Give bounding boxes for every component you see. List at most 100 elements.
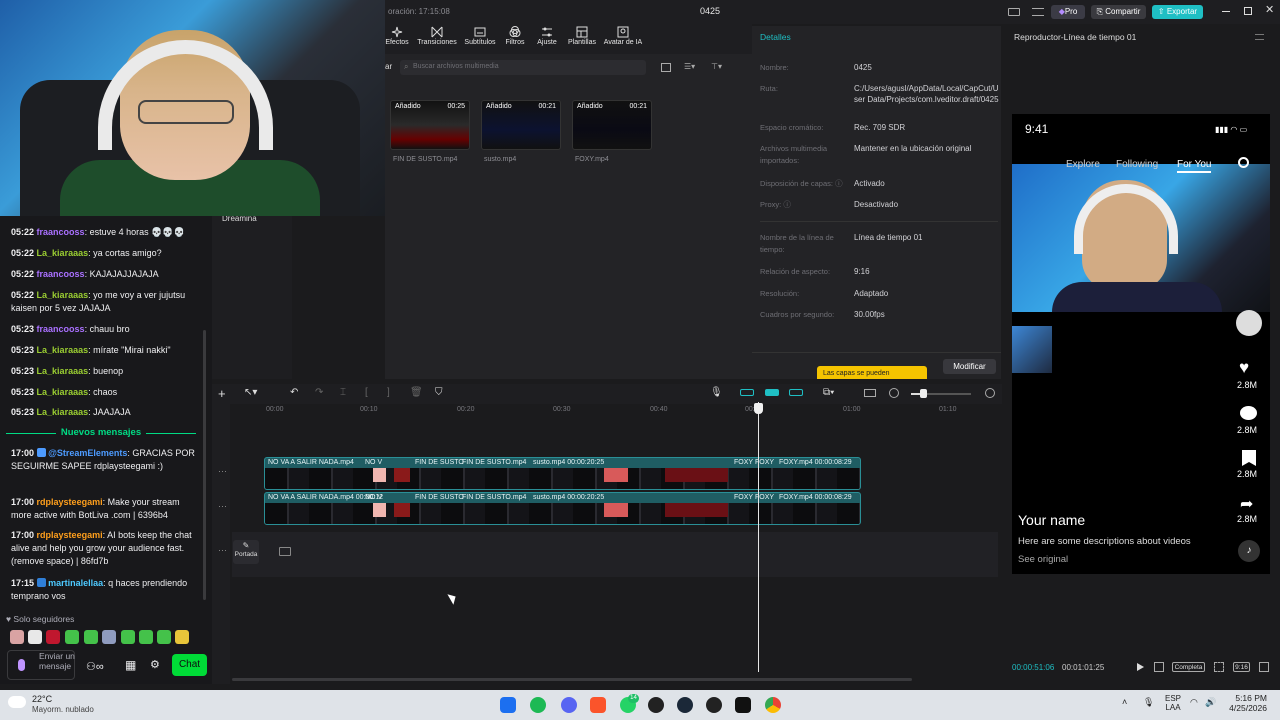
grid-view-icon[interactable] [661, 63, 671, 72]
modify-button[interactable]: Modificar [943, 359, 996, 374]
chat-user[interactable]: La_kiaraaas [37, 345, 89, 355]
weather-temp[interactable]: 22°C [32, 694, 52, 704]
capcut-icon[interactable] [735, 697, 751, 713]
playhead-handle[interactable] [754, 403, 763, 414]
chat-user[interactable]: fraancooss [37, 324, 85, 334]
media-search-input[interactable]: ⌕ Buscar archivos multimedia [400, 60, 646, 75]
chat-user[interactable]: fraancooss [37, 269, 85, 279]
preview-axis-icon[interactable]: ⧉▾ [823, 387, 834, 398]
split-icon[interactable]: ⌶ [340, 387, 346, 398]
emote-icon[interactable] [65, 630, 79, 644]
obs-icon[interactable] [706, 697, 722, 713]
feed-tab-explore[interactable]: Explore [1066, 159, 1100, 170]
layout-icon[interactable] [1008, 8, 1020, 16]
feed-tab-for-you[interactable]: For You [1177, 159, 1212, 173]
zoom-in-icon[interactable] [985, 388, 995, 398]
bits-icon[interactable]: ⚇∞ [86, 660, 104, 673]
emote-icon[interactable] [28, 630, 42, 644]
chat-user[interactable]: La_kiaraaas [37, 366, 89, 376]
export-button[interactable]: ⇧ Exportar [1152, 5, 1203, 19]
undo-icon[interactable]: ↶ [290, 387, 298, 398]
music-disc-icon[interactable]: ♪ [1238, 540, 1260, 562]
emote-icon[interactable] [121, 630, 135, 644]
github-icon[interactable] [648, 697, 664, 713]
language-indicator[interactable]: ESP LAA [1164, 694, 1182, 712]
filter-dropdown-icon[interactable]: ⊤▾ [711, 62, 722, 71]
comment-icon[interactable] [1240, 406, 1257, 420]
media-clip-card[interactable]: Añadido 00:21 [481, 100, 561, 150]
menu-lines-icon[interactable] [1032, 8, 1044, 16]
chat-user[interactable]: fraancooss [37, 227, 85, 237]
sort-icon[interactable]: ☰▾ [684, 62, 695, 71]
tool-templates[interactable]: Plantillas [560, 26, 604, 46]
chat-scrollbar[interactable] [203, 330, 206, 600]
chat-user[interactable]: La_kiaraaas [37, 290, 89, 300]
pro-button[interactable]: ◆Pro [1051, 5, 1085, 19]
main-track[interactable] [232, 532, 998, 577]
chat-user[interactable]: @StreamElements [48, 448, 127, 458]
close-button[interactable]: ✕ [1265, 3, 1274, 16]
settings-gear-icon[interactable]: ⚙ [150, 658, 160, 671]
steam-icon[interactable] [677, 697, 693, 713]
timeline-scrollbar[interactable] [232, 678, 912, 681]
emote-icon[interactable] [102, 630, 116, 644]
quality-button[interactable]: Completa [1172, 662, 1205, 672]
player-menu-icon[interactable] [1255, 34, 1264, 40]
magnet-icon[interactable] [765, 389, 779, 396]
spotify-icon[interactable] [530, 697, 546, 713]
info-icon[interactable]: ⓘ [835, 179, 843, 188]
playhead[interactable] [758, 402, 759, 672]
link-clips-icon[interactable] [740, 389, 754, 396]
delete-icon[interactable]: 🗑 [410, 387, 423, 398]
zoom-slider-handle[interactable] [920, 389, 927, 398]
cover-button[interactable]: ✎ Portada [233, 540, 259, 564]
redo-icon[interactable]: ↷ [315, 387, 323, 398]
chat-user[interactable]: La_kiaraaas [37, 248, 89, 258]
emote-icon[interactable] [139, 630, 153, 644]
chrome-icon[interactable] [765, 697, 781, 713]
brave-icon[interactable] [590, 697, 606, 713]
import-button[interactable]: ar [385, 62, 392, 71]
linkage-icon[interactable] [789, 389, 803, 396]
media-clip-card[interactable]: Añadido 00:25 [390, 100, 470, 150]
emote-icon[interactable] [157, 630, 171, 644]
profile-avatar-icon[interactable] [1236, 310, 1262, 336]
microphone-icon[interactable]: 🎙 [710, 387, 723, 398]
video-track-2[interactable]: NO VA A SALIR NADA.mp4 00:00:12 NO V FIN… [264, 492, 861, 525]
fullscreen-icon[interactable] [1214, 662, 1224, 672]
chat-user[interactable]: La_kiaraaas [37, 387, 89, 397]
video-track-1[interactable]: NO VA A SALIR NADA.mp4 NO V FIN DE SUSTO… [264, 457, 861, 490]
split-right-icon[interactable]: ] [387, 387, 390, 398]
volume-icon[interactable]: 🔊 [1205, 697, 1216, 708]
share-button[interactable]: ⎘ Compartir [1091, 5, 1146, 19]
like-heart-icon[interactable]: ♥ [1239, 358, 1249, 378]
add-track-icon[interactable]: + [218, 386, 226, 401]
chat-user[interactable]: rdplaysteegami [37, 497, 103, 507]
feed-tab-following[interactable]: Following [1116, 159, 1158, 170]
fit-timeline-icon[interactable] [864, 389, 876, 397]
chat-user[interactable]: martinalellaa [48, 578, 103, 588]
shield-icon[interactable]: ⛉ [435, 387, 443, 398]
emote-icon[interactable] [175, 630, 189, 644]
tray-mic-icon[interactable]: 🎙 [1143, 697, 1154, 708]
tool-transitions[interactable]: Transiciones [415, 26, 459, 46]
minimize-button[interactable] [1222, 11, 1230, 12]
weather-desc[interactable]: Mayorm. nublado [32, 705, 94, 714]
emote-icon[interactable] [10, 630, 24, 644]
start-windows-icon[interactable] [500, 697, 516, 713]
weather-cloud-icon[interactable] [8, 696, 26, 708]
emote-icon[interactable] [84, 630, 98, 644]
media-clip-card[interactable]: Añadido 00:21 [572, 100, 652, 150]
maximize-button[interactable] [1244, 7, 1252, 15]
select-cursor-icon[interactable]: ↖▾ [244, 387, 257, 398]
clock[interactable]: 5:16 PM 4/25/2026 [1225, 693, 1267, 713]
share-arrow-icon[interactable]: ➦ [1240, 494, 1253, 514]
play-icon[interactable] [1137, 663, 1144, 671]
tool-ai-avatar[interactable]: Avatar de IA [601, 26, 645, 46]
search-icon[interactable] [1238, 157, 1249, 168]
aspect-ratio-button[interactable]: 9:16 [1233, 662, 1250, 672]
track-menu-icon[interactable]: ⋯ [218, 501, 227, 512]
wifi-icon[interactable]: ◠ [1190, 697, 1198, 708]
chat-send-button[interactable]: Chat [172, 654, 207, 676]
track-menu-icon[interactable]: ⋯ [218, 466, 227, 477]
